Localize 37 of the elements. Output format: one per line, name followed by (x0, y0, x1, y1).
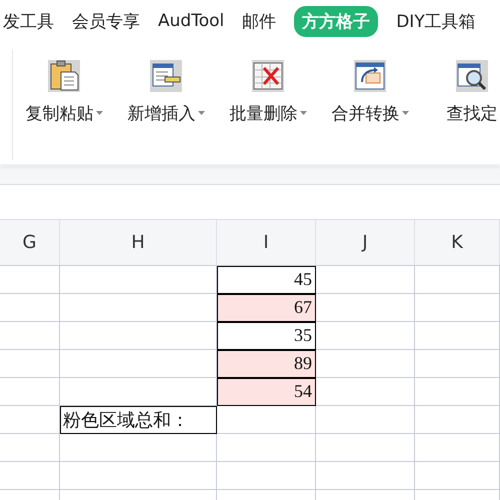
ribbon-button[interactable]: 新增插入 (128, 102, 204, 125)
table-cell: 粉色区域总和： (60, 406, 217, 434)
table-cell (0, 462, 60, 490)
table-cell: 35 (217, 322, 316, 350)
column-header[interactable]: H (60, 220, 217, 265)
menu-tab[interactable]: 邮件 (242, 10, 276, 32)
grid-delete-icon[interactable] (252, 60, 284, 92)
table-cell: 54 (217, 378, 316, 406)
column-header[interactable]: G (0, 220, 60, 265)
ribbon-button[interactable]: 合并转换 (332, 102, 408, 125)
clipboard-icon[interactable] (48, 60, 80, 92)
table-cell (0, 378, 60, 406)
column-header[interactable]: K (415, 220, 500, 265)
table-cell (0, 350, 60, 378)
menu-tab[interactable]: 会员专享 (72, 10, 140, 32)
table-cell (0, 406, 60, 434)
table-minus-icon[interactable] (150, 60, 182, 92)
caret-icon[interactable] (198, 111, 204, 116)
search-icon[interactable] (456, 60, 488, 92)
column-header[interactable]: J (316, 220, 415, 265)
ribbon-button[interactable]: 查找定 (446, 102, 498, 125)
menu-tab[interactable]: 发工具 (3, 10, 54, 32)
ribbon-button[interactable]: 复制粘贴 (26, 102, 102, 125)
table-cell (0, 294, 60, 322)
column-header[interactable]: I (217, 220, 316, 265)
caret-icon[interactable] (96, 111, 102, 116)
table-cell: 89 (217, 350, 316, 378)
table-cell (0, 322, 60, 350)
table-cell: 45 (217, 266, 316, 294)
ribbon-button[interactable]: 批量删除 (230, 102, 306, 125)
table-arrow-icon[interactable] (354, 60, 386, 92)
menu-tab[interactable]: AudTool (158, 11, 224, 31)
caret-icon[interactable] (402, 111, 408, 116)
menu-tab[interactable]: DIY工具箱 (396, 10, 476, 32)
table-cell: 67 (217, 294, 316, 322)
caret-icon[interactable] (300, 111, 306, 116)
table-cell (0, 434, 60, 462)
